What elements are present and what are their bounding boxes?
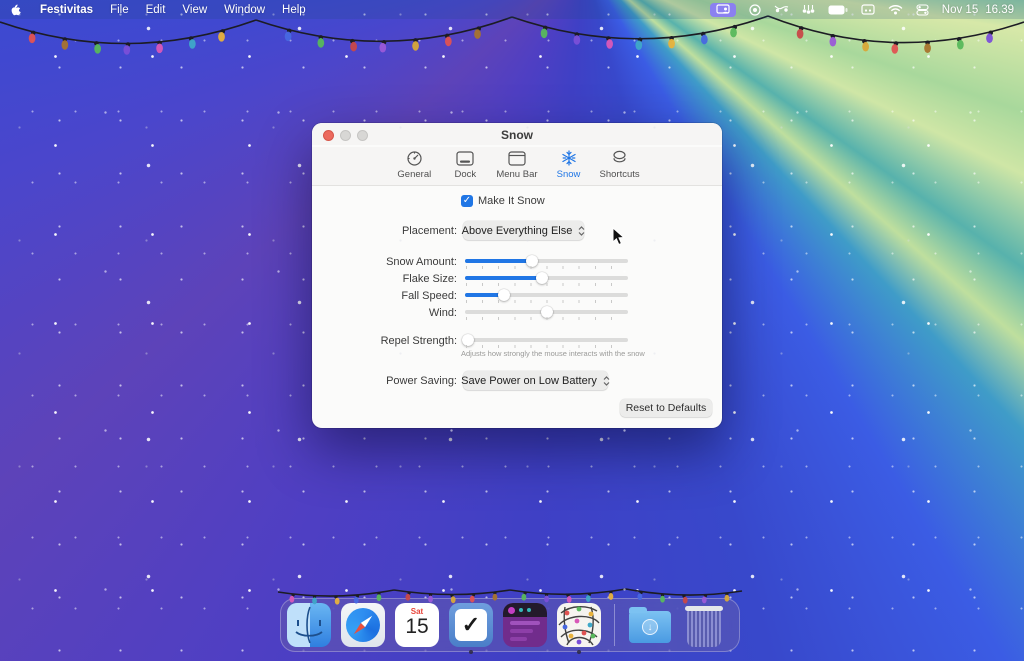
dock-item-calendar[interactable]: Sat 15 — [395, 603, 439, 647]
slider-ticks — [466, 300, 627, 303]
dock-item-safari[interactable] — [341, 603, 385, 647]
make-it-snow-row: ✓ Make It Snow — [312, 194, 722, 214]
screen-sharing-indicator[interactable] — [710, 3, 736, 17]
make-it-snow-checkbox[interactable]: ✓ — [461, 195, 473, 207]
slider-ticks — [466, 317, 627, 320]
menubar-icon — [508, 149, 526, 167]
menubar-time[interactable]: 16.39 — [985, 4, 1014, 16]
wind-slider[interactable] — [465, 306, 628, 322]
chevron-up-down-icon — [603, 376, 610, 386]
trash-icon — [687, 609, 721, 647]
tab-label: Dock — [455, 169, 477, 180]
slider-track — [465, 293, 628, 297]
power-saving-label: Power Saving: — [312, 374, 457, 388]
make-it-snow-label: Make It Snow — [478, 194, 545, 208]
dock-icon — [456, 149, 474, 167]
folder-icon: ↓ — [629, 611, 671, 643]
menubar-date[interactable]: Nov 15 — [942, 4, 978, 16]
string-lights-icon[interactable] — [774, 4, 789, 16]
fall-speed-slider[interactable] — [465, 289, 628, 305]
slider-label: Flake Size: — [312, 272, 457, 286]
display-icon[interactable] — [861, 4, 875, 15]
apple-menu-icon[interactable] — [10, 3, 23, 17]
window-title: Snow — [312, 128, 722, 142]
dock-item-downloads-folder[interactable]: ↓ — [628, 603, 672, 647]
tab-shortcuts[interactable]: Shortcuts — [600, 147, 640, 185]
slider-ticks — [466, 266, 627, 269]
menu-file[interactable]: File — [110, 4, 129, 16]
placement-row: Placement: Above Everything Else — [312, 221, 722, 241]
battery-icon[interactable] — [828, 5, 848, 15]
snow-settings-window: Snow General Dock Menu Bar — [312, 123, 722, 428]
download-arrow-icon: ↓ — [642, 619, 658, 635]
popup-value: Save Power on Low Battery — [461, 375, 597, 387]
slider-label: Snow Amount: — [312, 255, 457, 269]
settings-tab-bar: General Dock Menu Bar Snow — [312, 147, 722, 185]
slider-label: Repel Strength: — [312, 334, 457, 348]
dock-item-trash[interactable] — [682, 603, 726, 647]
window-titlebar[interactable]: Snow — [312, 123, 722, 145]
flake-size-slider[interactable] — [465, 272, 628, 288]
menu-help[interactable]: Help — [282, 4, 306, 16]
tab-general[interactable]: General — [394, 147, 434, 185]
tab-menu-bar[interactable]: Menu Bar — [496, 147, 537, 185]
hanging-lights-icon[interactable] — [802, 4, 815, 16]
placement-popup[interactable]: Above Everything Else — [463, 221, 584, 240]
safari-compass — [346, 608, 380, 642]
fall-speed-row: Fall Speed: — [312, 289, 722, 305]
reset-to-defaults-button[interactable]: Reset to Defaults — [620, 399, 712, 417]
calendar-day: 15 — [395, 616, 439, 637]
slider-track — [465, 276, 628, 280]
dock: Sat 15 ✓ — [280, 598, 740, 652]
power-saving-popup[interactable]: Save Power on Low Battery — [463, 371, 608, 390]
repel-help-text: Adjusts how strongly the mouse interacts… — [461, 349, 645, 358]
slider-track — [465, 259, 628, 263]
desktop-wallpaper: Festivitas File Edit View Window Help — [0, 0, 1024, 661]
slider-track — [465, 338, 628, 342]
menu-view[interactable]: View — [182, 4, 207, 16]
snow-amount-row: Snow Amount: — [312, 255, 722, 271]
repel-strength-row: Repel Strength: — [312, 334, 722, 350]
app-window-dots — [503, 603, 547, 617]
dock-separator — [614, 604, 615, 646]
slider-track — [465, 310, 628, 314]
popup-value: Above Everything Else — [462, 225, 573, 237]
tab-label: Shortcuts — [600, 169, 640, 180]
dock-item-purple-app[interactable] — [503, 603, 547, 647]
menu-bar: Festivitas File Edit View Window Help — [0, 0, 1024, 19]
menu-app-name[interactable]: Festivitas — [40, 4, 93, 16]
repel-strength-slider[interactable] — [465, 334, 628, 350]
slider-ticks — [466, 345, 627, 348]
christmas-lights-top — [0, 14, 1024, 109]
dock-item-things[interactable]: ✓ — [449, 603, 493, 647]
slider-label: Wind: — [312, 306, 457, 320]
screen-recording-icon[interactable] — [749, 4, 761, 16]
tab-label: General — [397, 169, 431, 180]
running-indicator — [577, 650, 581, 654]
chevron-up-down-icon — [578, 226, 585, 236]
gauge-icon — [406, 149, 423, 167]
wifi-icon[interactable] — [888, 4, 903, 15]
checkmark-icon: ✓ — [455, 609, 487, 641]
menu-edit[interactable]: Edit — [146, 4, 166, 16]
toolbar-divider — [312, 185, 722, 186]
power-saving-row: Power Saving: Save Power on Low Battery — [312, 371, 722, 391]
control-center-icon[interactable] — [916, 4, 929, 16]
wind-row: Wind: — [312, 306, 722, 322]
shortcuts-icon — [611, 149, 628, 167]
snowflake-icon — [561, 149, 577, 167]
tab-label: Snow — [557, 169, 581, 180]
dock-item-finder[interactable] — [287, 603, 331, 647]
tab-dock[interactable]: Dock — [445, 147, 485, 185]
tab-label: Menu Bar — [496, 169, 537, 180]
menu-window[interactable]: Window — [224, 4, 265, 16]
placement-label: Placement: — [312, 224, 457, 238]
running-indicator — [469, 650, 473, 654]
tab-snow[interactable]: Snow — [549, 147, 589, 185]
slider-ticks — [466, 283, 627, 286]
flake-size-row: Flake Size: — [312, 272, 722, 288]
snow-amount-slider[interactable] — [465, 255, 628, 271]
slider-label: Fall Speed: — [312, 289, 457, 303]
dock-item-festivitas[interactable] — [557, 603, 601, 647]
